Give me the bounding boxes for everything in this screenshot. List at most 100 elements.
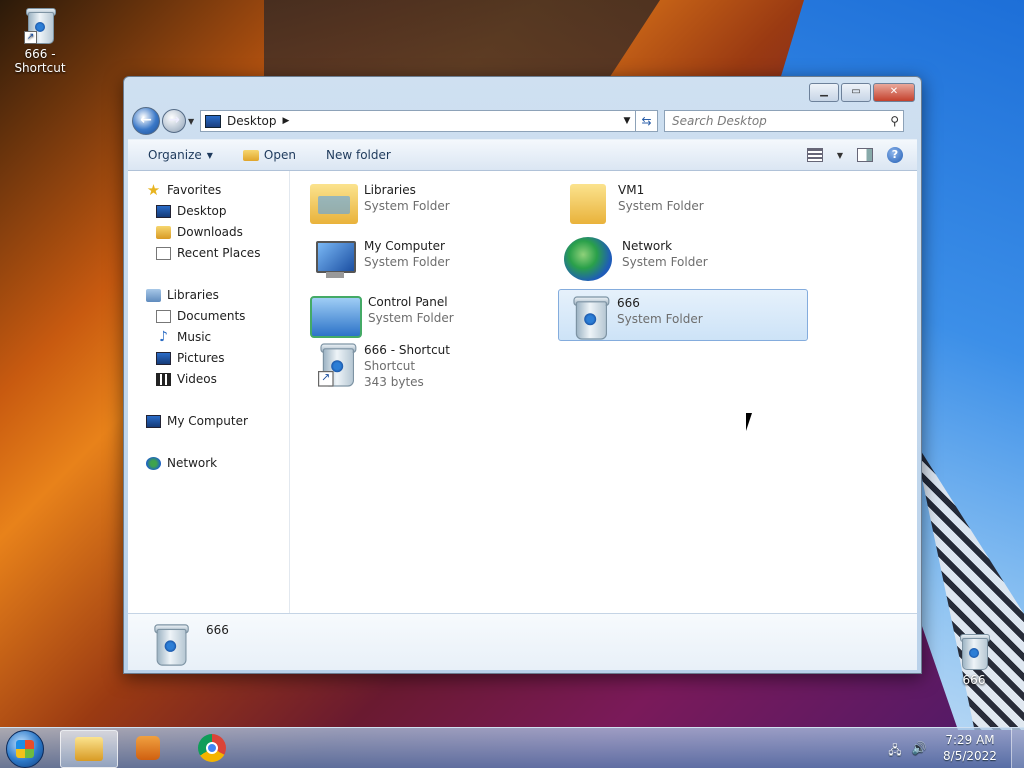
nav-network[interactable]: Network xyxy=(146,456,217,470)
nav-label: Downloads xyxy=(177,225,243,239)
clock-time: 7:29 AM xyxy=(945,733,995,747)
caption-buttons: ▁ ▭ ✕ xyxy=(809,83,915,102)
desktop-icon-666[interactable]: 666 xyxy=(934,632,1014,687)
nav-item-pictures[interactable]: Pictures xyxy=(156,351,225,365)
item-name: Libraries xyxy=(364,183,416,197)
new-folder-label: New folder xyxy=(325,148,391,162)
nav-item-videos[interactable]: Videos xyxy=(156,372,217,386)
close-button[interactable]: ✕ xyxy=(873,83,915,102)
nav-libraries[interactable]: Libraries xyxy=(146,288,219,302)
address-location[interactable]: Desktop xyxy=(227,114,277,128)
music-icon: ♪ xyxy=(159,328,168,345)
list-item-666[interactable]: 666 System Folder xyxy=(558,289,808,341)
search-placeholder: Search Desktop xyxy=(672,114,767,128)
videos-icon xyxy=(156,372,171,386)
item-name: Control Panel xyxy=(368,295,448,309)
nav-item-desktop[interactable]: Desktop xyxy=(156,204,227,218)
nav-label: Videos xyxy=(177,372,217,386)
list-item-control-panel[interactable]: Control Panel System Folder xyxy=(306,289,556,341)
recycle-bin-icon xyxy=(563,294,611,340)
recycle-bin-icon xyxy=(152,622,189,666)
start-button[interactable] xyxy=(6,730,44,768)
view-dropdown-icon[interactable]: ▼ xyxy=(837,151,843,160)
computer-icon xyxy=(310,237,358,283)
back-button[interactable]: ← xyxy=(132,107,160,135)
address-bar[interactable]: Desktop ▶ ▼ xyxy=(200,110,636,132)
item-name: 666 - Shortcut xyxy=(364,343,450,357)
system-tray: 🖧 🔊 7:29 AM 8/5/2022 xyxy=(887,728,1024,768)
show-desktop-button[interactable] xyxy=(1011,728,1024,768)
preview-pane-icon[interactable] xyxy=(857,148,873,162)
recent-places-icon xyxy=(156,246,171,260)
nav-favorites[interactable]: ★ Favorites xyxy=(146,182,221,197)
item-type: System Folder xyxy=(368,311,454,325)
open-label: Open xyxy=(263,148,296,162)
item-size: 343 bytes xyxy=(364,375,424,389)
navigation-pane: ★ Favorites Desktop Downloads Recent Pla… xyxy=(128,171,290,613)
nav-item-music[interactable]: ♪ Music xyxy=(156,328,211,345)
nav-label: My Computer xyxy=(167,414,248,428)
chevron-right-icon[interactable]: ▶ xyxy=(283,116,290,126)
libraries-icon xyxy=(310,184,358,224)
search-input[interactable]: Search Desktop ⚲ xyxy=(664,110,904,132)
item-name: My Computer xyxy=(364,239,445,253)
refresh-button[interactable]: ⇆ xyxy=(636,110,658,132)
volume-icon[interactable]: 🔊 xyxy=(911,741,927,755)
network-tray-icon[interactable]: 🖧 xyxy=(887,741,903,757)
item-type: System Folder xyxy=(622,255,708,269)
downloads-folder-icon xyxy=(156,225,171,239)
nav-label: Desktop xyxy=(177,204,227,218)
nav-item-documents[interactable]: Documents xyxy=(156,309,245,323)
taskbar-explorer-button[interactable] xyxy=(60,730,118,768)
item-type: System Folder xyxy=(618,199,704,213)
explorer-window: ▁ ▭ ✕ ← → ▼ Desktop ▶ ▼ ⇆ Search Desktop… xyxy=(123,76,922,674)
list-item-vm1[interactable]: VM1 System Folder xyxy=(560,177,810,229)
recycle-bin-icon: ↗ xyxy=(24,6,56,44)
desktop-icon-666-shortcut[interactable]: ↗ 666 - Shortcut xyxy=(0,6,80,75)
nav-label: Recent Places xyxy=(177,246,261,260)
new-folder-button[interactable]: New folder xyxy=(306,148,401,162)
nav-label: Documents xyxy=(177,309,246,323)
organize-label: Organize xyxy=(148,148,202,162)
forward-button[interactable]: → xyxy=(162,109,186,133)
list-item-my-computer[interactable]: My Computer System Folder xyxy=(306,233,556,285)
recycle-bin-shortcut-icon: ↗ xyxy=(310,341,358,387)
nav-label: Network xyxy=(167,456,218,470)
computer-icon xyxy=(146,414,161,428)
search-icon[interactable]: ⚲ xyxy=(890,114,899,128)
maximize-button[interactable]: ▭ xyxy=(841,83,871,102)
taskbar-media-player-button[interactable] xyxy=(120,730,176,766)
help-icon[interactable]: ? xyxy=(887,147,903,163)
address-dropdown-icon[interactable]: ▼ xyxy=(619,116,635,126)
media-player-icon xyxy=(136,736,160,760)
nav-label: Pictures xyxy=(177,351,225,365)
recent-pages-dropdown[interactable]: ▼ xyxy=(188,117,198,126)
windows-explorer-icon xyxy=(75,737,103,761)
open-button[interactable]: Open xyxy=(223,148,306,162)
taskbar-chrome-button[interactable] xyxy=(184,730,240,766)
user-folder-icon xyxy=(570,184,606,224)
network-icon xyxy=(564,237,612,281)
file-list: Libraries System Folder VM1 System Folde… xyxy=(290,171,917,613)
change-view-icon[interactable] xyxy=(806,148,823,162)
mouse-cursor xyxy=(746,413,758,431)
item-type: System Folder xyxy=(364,199,450,213)
shortcut-arrow-icon: ↗ xyxy=(24,31,37,44)
nav-item-downloads[interactable]: Downloads xyxy=(156,225,243,239)
minimize-button[interactable]: ▁ xyxy=(809,83,839,102)
pictures-icon xyxy=(156,351,171,365)
nav-my-computer[interactable]: My Computer xyxy=(146,414,248,428)
item-name: VM1 xyxy=(618,183,645,197)
recycle-bin-icon xyxy=(958,632,990,670)
clock[interactable]: 7:29 AM 8/5/2022 xyxy=(935,732,1005,764)
chrome-icon xyxy=(198,734,226,762)
list-item-666-shortcut[interactable]: ↗ 666 - Shortcut Shortcut 343 bytes xyxy=(306,337,556,397)
chevron-down-icon: ▼ xyxy=(206,150,213,160)
nav-label: Libraries xyxy=(167,288,219,302)
nav-item-recent-places[interactable]: Recent Places xyxy=(156,246,260,260)
list-item-network[interactable]: Network System Folder xyxy=(560,233,810,285)
organize-button[interactable]: Organize ▼ xyxy=(128,148,223,162)
list-item-libraries[interactable]: Libraries System Folder xyxy=(306,177,556,229)
libraries-icon xyxy=(146,288,161,302)
desktop-icon-label: 666 xyxy=(962,673,986,687)
